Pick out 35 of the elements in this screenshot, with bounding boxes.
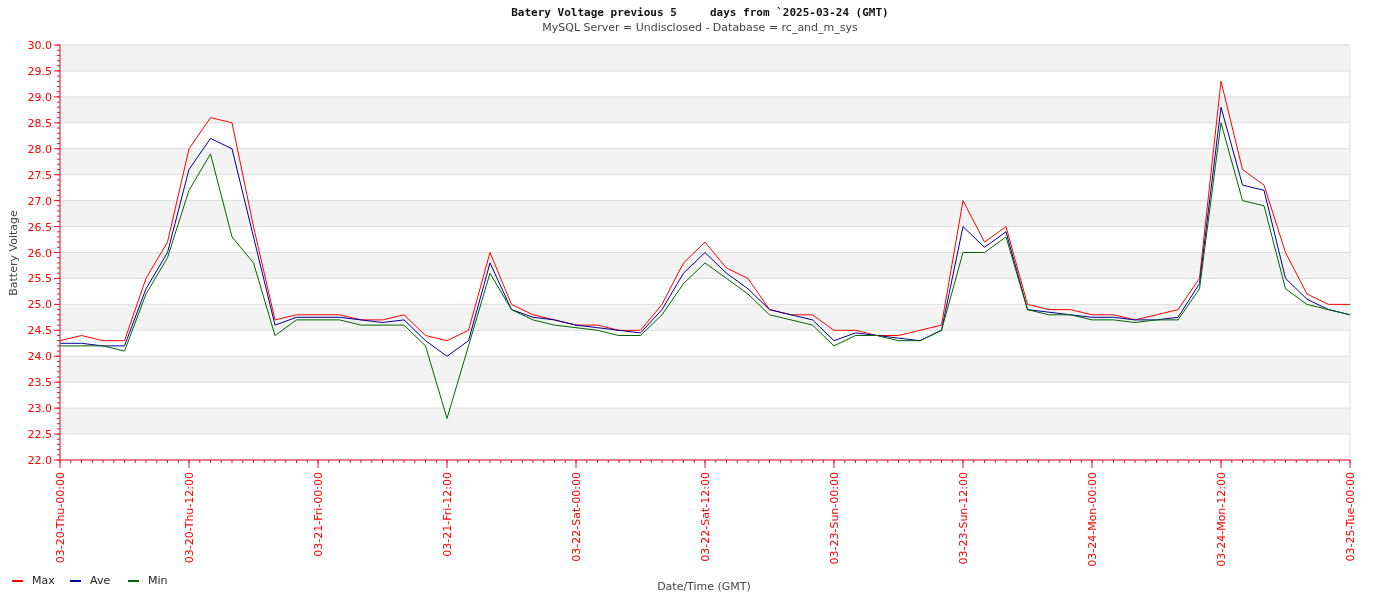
chart-title: Batery Voltage previous 5 days from `2025-03-24 (GMT): [511, 6, 889, 20]
y-tick-label: 26.0: [27, 246, 52, 260]
x-axis-title: Date/Time (GMT): [657, 580, 751, 593]
y-tick-label: 29.5: [27, 64, 52, 78]
y-tick-label: 27.0: [27, 194, 52, 208]
x-tick-label: 03-25-Tue-00:00: [1344, 472, 1357, 562]
y-tick-label: 28.0: [27, 142, 52, 156]
y-tick-label: 29.0: [27, 90, 52, 104]
y-tick-label: 23.0: [27, 402, 52, 416]
y-tick-label: 24.5: [27, 324, 52, 338]
x-tick-label: 03-23-Sun-00:00: [828, 472, 841, 565]
x-tick-label: 03-21-Fri-12:00: [441, 472, 454, 557]
y-tick-label: 26.5: [27, 220, 52, 234]
x-tick-label: 03-21-Fri-00:00: [312, 472, 325, 557]
x-tick-label: 03-24-Mon-00:00: [1086, 472, 1099, 567]
legend-label: Max: [32, 574, 55, 587]
x-tick-label: 03-23-Sun-12:00: [957, 472, 970, 565]
x-tick-label: 03-20-Thu-00:00: [54, 472, 67, 564]
x-tick-label: 03-22-Sat-00:00: [570, 472, 583, 562]
chart-subtitle: MySQL Server = Undisclosed - Database = rc_and_m_sys: [542, 20, 858, 36]
y-tick-label: 25.0: [27, 298, 52, 312]
x-tick-label: 03-20-Thu-12:00: [183, 472, 196, 564]
y-tick-label: 23.5: [27, 376, 52, 390]
legend-label: Min: [148, 574, 168, 587]
y-tick-label: 22.5: [27, 428, 52, 442]
y-tick-label: 30.0: [27, 40, 52, 52]
x-tick-label: 03-24-Mon-12:00: [1215, 472, 1228, 567]
y-tick-label: 22.0: [27, 454, 52, 467]
x-tick-label: 03-22-Sat-12:00: [699, 472, 712, 562]
y-tick-label: 27.5: [27, 168, 52, 182]
y-axis-title: Battery Voltage: [7, 210, 20, 296]
legend-label: Ave: [90, 574, 111, 587]
y-tick-label: 24.0: [27, 350, 52, 364]
y-tick-label: 25.5: [27, 272, 52, 286]
y-tick-label: 28.5: [27, 116, 52, 130]
